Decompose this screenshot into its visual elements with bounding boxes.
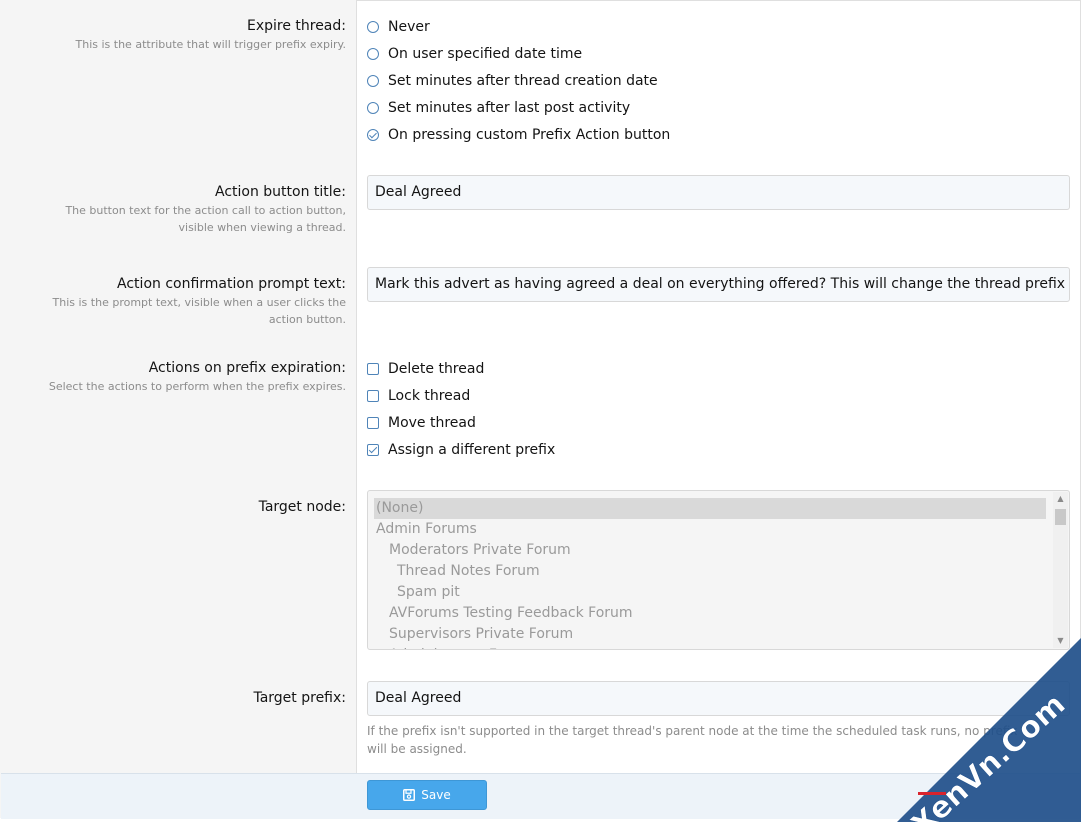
- target-prefix-input[interactable]: Deal Agreed: [367, 681, 1070, 716]
- target-prefix-label-col: Target prefix:: [0, 689, 346, 707]
- expire-thread-option-label: On user specified date time: [388, 45, 583, 62]
- checkbox[interactable]: [367, 362, 379, 375]
- action-button-title-input[interactable]: Deal Agreed: [367, 175, 1070, 210]
- checkbox[interactable]: [367, 389, 379, 402]
- target-node-option[interactable]: Admin Forums: [368, 519, 1069, 540]
- target-node-label: Target node:: [258, 499, 346, 515]
- expire-thread-option-label: Set minutes after last post activity: [388, 99, 631, 116]
- expire-thread-option-label: Never: [388, 18, 430, 35]
- top-divider: [357, 0, 1081, 1]
- action-prompt-label: Action confirmation prompt text:: [117, 276, 346, 292]
- radio-button[interactable]: [367, 20, 379, 33]
- action-prompt-label-col: Action confirmation prompt text: This is…: [0, 275, 346, 328]
- action-title-label-col: Action button title: The button text for…: [0, 183, 346, 236]
- expire-thread-option[interactable]: On user specified date time: [367, 40, 1070, 67]
- save-button-label: Save: [421, 788, 451, 802]
- expiration-action-option-label: Assign a different prefix: [388, 441, 556, 458]
- scroll-up-arrow-icon[interactable]: ▲: [1053, 492, 1068, 506]
- target-node-option[interactable]: AVForums Testing Feedback Forum: [368, 603, 1069, 624]
- expiration-action-option-label: Move thread: [388, 414, 476, 431]
- expire-thread-hint: This is the attribute that will trigger …: [75, 38, 346, 51]
- target-node-label-col: Target node:: [0, 498, 346, 516]
- scroll-thumb[interactable]: [1055, 509, 1066, 525]
- target-prefix-note: If the prefix isn't supported in the tar…: [367, 724, 1018, 756]
- expiration-actions-hint: Select the actions to perform when the p…: [48, 380, 346, 393]
- expire-thread-option-label: Set minutes after thread creation date: [388, 72, 658, 89]
- target-node-option[interactable]: Moderators Private Forum: [368, 540, 1069, 561]
- radio-button[interactable]: [367, 128, 379, 141]
- action-button-title-hint: The button text for the action call to a…: [65, 204, 346, 234]
- save-button[interactable]: Save: [367, 780, 487, 810]
- expire-thread-options: Never On user specified date time Set minu…: [367, 13, 1070, 148]
- target-prefix-label: Target prefix:: [253, 690, 346, 706]
- checkbox[interactable]: [367, 416, 379, 429]
- expire-thread-option[interactable]: Never: [367, 13, 1070, 40]
- expiration-actions-label: Actions on prefix expiration:: [148, 360, 346, 376]
- radio-button[interactable]: [367, 47, 379, 60]
- radio-button[interactable]: [367, 101, 379, 114]
- expire-thread-label-col: Expire thread: This is the attribute tha…: [0, 17, 346, 54]
- expire-thread-label: Expire thread:: [246, 18, 346, 34]
- scroll-down-arrow-icon[interactable]: ▼: [1053, 634, 1068, 648]
- target-node-option[interactable]: Thread Notes Forum: [368, 561, 1069, 582]
- action-button-title-label: Action button title:: [214, 184, 346, 200]
- expire-thread-option[interactable]: Set minutes after thread creation date: [367, 67, 1070, 94]
- expiration-action-option-label: Delete thread: [388, 360, 485, 377]
- target-node-select[interactable]: (None) Admin Forums Moderators Private For…: [367, 490, 1070, 650]
- action-prompt-hint: This is the prompt text, visible when a …: [52, 296, 346, 326]
- target-node-scrollbar[interactable]: ▲ ▼: [1053, 492, 1068, 648]
- form-footer: [1, 773, 1080, 819]
- save-icon: [403, 789, 416, 801]
- expiration-actions-options: Delete thread Lock thread Move thread Assig…: [367, 355, 1070, 463]
- action-prompt-input[interactable]: Mark this advert as having agreed a deal…: [367, 267, 1070, 302]
- expiration-action-option[interactable]: Assign a different prefix: [367, 436, 1070, 463]
- target-node-option[interactable]: Supervisors Private Forum: [368, 624, 1069, 645]
- expire-thread-option-label: On pressing custom Prefix Action button: [388, 126, 671, 143]
- expiration-action-option[interactable]: Move thread: [367, 409, 1070, 436]
- expiration-actions-label-col: Actions on prefix expiration: Select the…: [0, 359, 346, 396]
- target-node-option[interactable]: (None): [374, 498, 1046, 519]
- checkbox[interactable]: [367, 443, 379, 456]
- expiration-action-option-label: Lock thread: [388, 387, 471, 404]
- expire-thread-option[interactable]: On pressing custom Prefix Action button: [367, 121, 1070, 148]
- expire-thread-option[interactable]: Set minutes after last post activity: [367, 94, 1070, 121]
- target-node-option[interactable]: Spam pit: [368, 582, 1069, 603]
- target-node-option[interactable]: Administrator Forums: [368, 645, 1069, 649]
- radio-button[interactable]: [367, 74, 379, 87]
- expiration-action-option[interactable]: Delete thread: [367, 355, 1070, 382]
- target-node-list: (None) Admin Forums Moderators Private For…: [368, 491, 1069, 649]
- expiration-action-option[interactable]: Lock thread: [367, 382, 1070, 409]
